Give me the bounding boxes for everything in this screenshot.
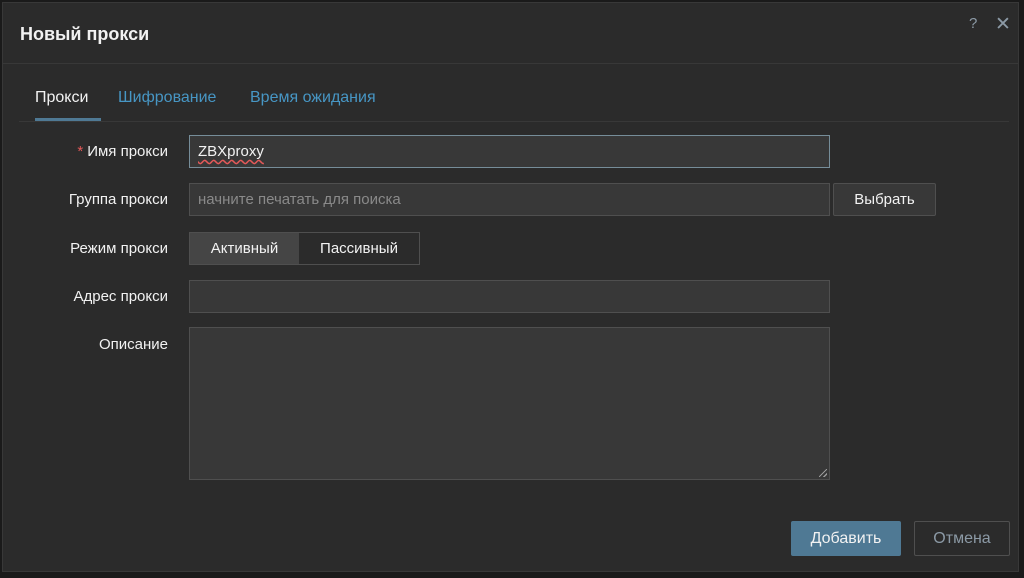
proxy-group-input[interactable] bbox=[189, 183, 830, 216]
proxy-name-value: ZBXproxy bbox=[198, 143, 264, 160]
add-button[interactable]: Добавить bbox=[791, 521, 901, 556]
help-icon[interactable]: ? bbox=[969, 15, 977, 32]
proxy-address-label: Адрес прокси bbox=[73, 288, 168, 305]
proxy-mode-segmented: Активный Пассивный bbox=[189, 232, 420, 265]
description-textarea[interactable] bbox=[189, 327, 830, 480]
dialog-title: Новый прокси bbox=[20, 24, 150, 44]
mode-active-option[interactable]: Активный bbox=[190, 233, 299, 264]
description-label: Описание bbox=[98, 336, 168, 353]
close-icon[interactable]: ✕ bbox=[995, 13, 1011, 36]
required-mark: * bbox=[77, 143, 84, 160]
proxy-name-input[interactable]: ZBXproxy bbox=[189, 135, 830, 168]
tab-proxy[interactable]: Прокси bbox=[35, 89, 102, 121]
proxy-mode-label: Режим прокси bbox=[70, 240, 168, 257]
proxy-name-label: * Имя прокси bbox=[77, 143, 168, 160]
header-divider bbox=[3, 63, 1018, 64]
cancel-button[interactable]: Отмена bbox=[914, 521, 1010, 556]
tab-encryption[interactable]: Шифрование bbox=[118, 89, 216, 118]
proxy-group-label: Группа прокси bbox=[68, 191, 168, 208]
new-proxy-dialog: Новый прокси ? ✕ Прокси Шифрование Время… bbox=[2, 2, 1019, 572]
proxy-address-input[interactable] bbox=[189, 280, 830, 313]
select-group-button[interactable]: Выбрать bbox=[833, 183, 936, 216]
proxy-name-label-text: Имя прокси bbox=[87, 143, 168, 160]
tab-timeouts[interactable]: Время ожидания bbox=[250, 89, 376, 118]
resize-grip-icon[interactable] bbox=[819, 469, 827, 477]
tab-bar: Прокси Шифрование Время ожидания bbox=[19, 89, 1009, 122]
mode-passive-option[interactable]: Пассивный bbox=[299, 233, 419, 264]
